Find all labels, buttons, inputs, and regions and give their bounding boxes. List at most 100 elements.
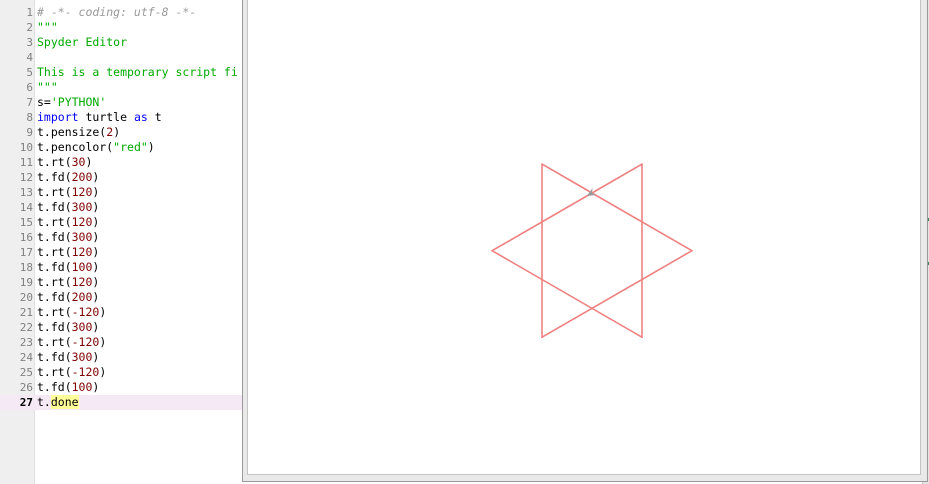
code-text: t.done: [37, 395, 79, 410]
code-text: """: [37, 80, 58, 95]
code-token: t.: [37, 395, 51, 409]
line-number: 23: [19, 336, 33, 349]
code-token: 200: [71, 170, 93, 184]
code-line[interactable]: 9 t.pensize(2): [0, 125, 250, 140]
line-number: 10: [19, 141, 33, 154]
line-number: 2: [26, 21, 33, 34]
code-text: """: [37, 20, 58, 35]
code-line[interactable]: 7 s='PYTHON': [0, 95, 250, 110]
line-number: 17: [19, 246, 33, 259]
code-line[interactable]: 22 t.fd(300): [0, 320, 250, 335]
turtle-line-segment: [541, 249, 693, 339]
code-line[interactable]: 10 t.pencolor("red"): [0, 140, 250, 155]
code-token: """: [37, 20, 58, 34]
code-token: 'PYTHON': [50, 95, 107, 109]
code-token: # -*- coding: utf-8 -*-: [37, 5, 197, 19]
code-token: 100: [71, 380, 93, 394]
turtle-canvas: [247, 0, 921, 475]
code-token: t.rt(: [37, 185, 72, 199]
code-text: s='PYTHON': [37, 95, 106, 110]
code-token: t.fd(: [37, 170, 72, 184]
line-number: 22: [19, 321, 33, 334]
code-line[interactable]: 14 t.fd(300): [0, 200, 250, 215]
code-token: ): [92, 185, 100, 199]
code-line[interactable]: 6 """: [0, 80, 250, 95]
turtle-line-segment: [541, 163, 593, 194]
line-number: 14: [19, 201, 33, 214]
code-token: turtle: [78, 110, 134, 124]
code-line[interactable]: 25 t.rt(-120): [0, 365, 250, 380]
code-line[interactable]: 15 t.rt(120): [0, 215, 250, 230]
code-token: t.fd(: [37, 350, 72, 364]
code-text: t.rt(-120): [37, 335, 106, 350]
line-number: 20: [19, 291, 33, 304]
code-token: ): [99, 365, 107, 379]
line-number: 18: [19, 261, 33, 274]
turtle-graphics-window[interactable]: [242, 0, 928, 482]
code-line[interactable]: 18 t.fd(100): [0, 260, 250, 275]
code-line[interactable]: 19 t.rt(120): [0, 275, 250, 290]
code-token: t.rt(: [37, 275, 72, 289]
code-line[interactable]: 5 This is a temporary script fi: [0, 65, 250, 80]
code-token: t.fd(: [37, 260, 72, 274]
code-token: 200: [71, 290, 93, 304]
code-token: ): [92, 215, 100, 229]
code-text: t.fd(300): [37, 320, 99, 335]
line-number: 15: [19, 216, 33, 229]
code-token: t.rt(: [37, 215, 72, 229]
code-line[interactable]: 1 # -*- coding: utf-8 -*-: [0, 5, 250, 20]
code-token: 120: [71, 275, 93, 289]
code-line[interactable]: 16 t.fd(300): [0, 230, 250, 245]
code-text: t.rt(120): [37, 275, 99, 290]
code-token: t.fd(: [37, 380, 72, 394]
code-token: 300: [71, 350, 93, 364]
code-line[interactable]: 11 t.rt(30): [0, 155, 250, 170]
code-token: t.rt(: [37, 155, 72, 169]
code-line[interactable]: 13 t.rt(120): [0, 185, 250, 200]
code-token: "red": [113, 140, 148, 154]
code-token: 120: [71, 185, 93, 199]
code-text: Spyder Editor: [37, 35, 127, 50]
line-number: 27: [19, 396, 33, 409]
code-token: ): [92, 260, 100, 274]
code-token: """: [37, 80, 58, 94]
code-line[interactable]: 17 t.rt(120): [0, 245, 250, 260]
code-text: t.rt(-120): [37, 365, 106, 380]
code-line[interactable]: 4: [0, 50, 250, 65]
code-line[interactable]: 24 t.fd(300): [0, 350, 250, 365]
code-line[interactable]: 2 """: [0, 20, 250, 35]
code-token: 120: [71, 215, 93, 229]
code-line[interactable]: 26 t.fd(100): [0, 380, 250, 395]
code-text: t.fd(200): [37, 170, 99, 185]
code-line[interactable]: 8 import turtle as t: [0, 110, 250, 125]
line-number: 25: [19, 366, 33, 379]
code-token: -120: [71, 335, 100, 349]
code-text: t.pensize(2): [37, 125, 120, 140]
code-token: t.pensize(: [37, 125, 107, 139]
turtle-line-segment: [591, 163, 643, 194]
code-token: as: [133, 110, 148, 124]
code-line[interactable]: 27 t.done: [0, 395, 250, 410]
line-number: 5: [26, 66, 33, 79]
code-token: This is a temporary script fi: [37, 65, 238, 79]
code-text: t.fd(200): [37, 290, 99, 305]
code-text: t.rt(120): [37, 215, 99, 230]
code-token: 120: [71, 245, 93, 259]
code-token: ): [99, 335, 107, 349]
code-line[interactable]: 12 t.fd(200): [0, 170, 250, 185]
code-lines[interactable]: 1 # -*- coding: utf-8 -*- 2 """ 3 Spyder Edit…: [0, 5, 250, 410]
line-number: 19: [19, 276, 33, 289]
code-token: t.fd(: [37, 230, 72, 244]
code-line[interactable]: 21 t.rt(-120): [0, 305, 250, 320]
code-token: ): [147, 140, 155, 154]
code-token: -120: [71, 305, 100, 319]
code-text: t.rt(120): [37, 185, 99, 200]
code-line[interactable]: 3 Spyder Editor: [0, 35, 250, 50]
code-line[interactable]: 23 t.rt(-120): [0, 335, 250, 350]
line-number: 26: [19, 381, 33, 394]
code-line[interactable]: 20 t.fd(200): [0, 290, 250, 305]
code-text: t.fd(300): [37, 200, 99, 215]
turtle-line-segment: [491, 249, 643, 339]
code-token: 300: [71, 200, 93, 214]
code-token: t.rt(: [37, 365, 72, 379]
